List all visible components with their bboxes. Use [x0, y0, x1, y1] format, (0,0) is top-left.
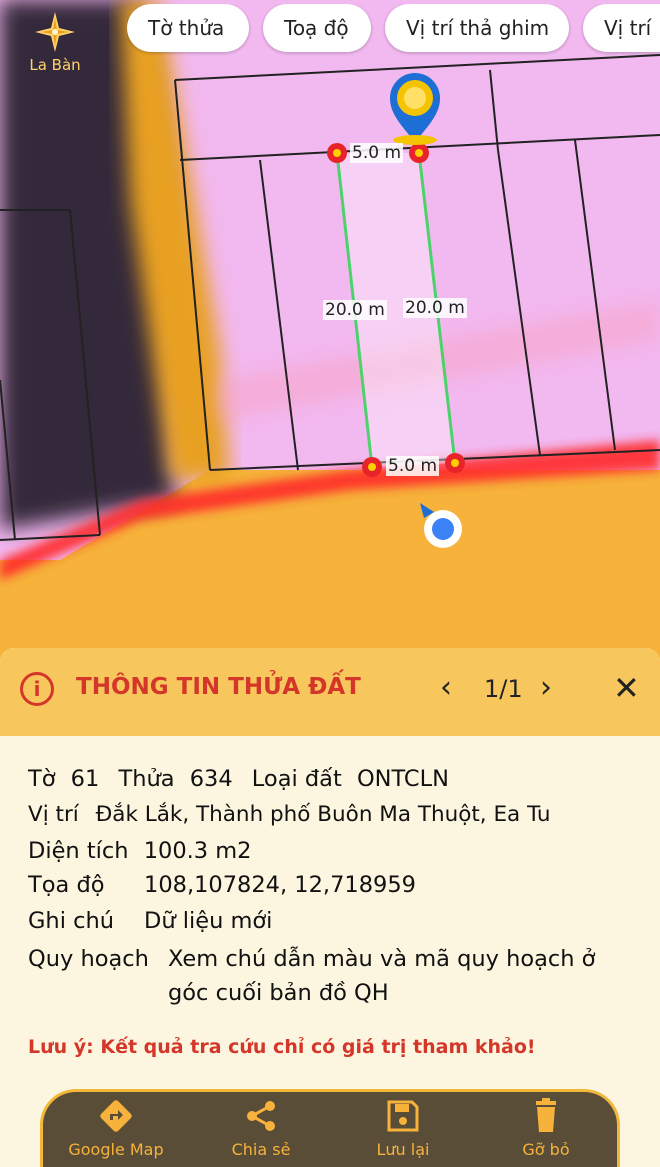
remove-label: Gỡ bỏ: [522, 1140, 570, 1159]
toa-do-label: Tọa độ: [28, 872, 105, 898]
trash-icon: [536, 1098, 556, 1132]
ghi-chu-label: Ghi chú: [28, 908, 114, 934]
vi-tri-value: Đắk Lắk, Thành phố Buôn Ma Thuột, Ea Tu: [95, 802, 551, 827]
thua-value: 634: [189, 766, 233, 792]
save-icon: [387, 1100, 419, 1132]
thua-label: Thửa: [118, 766, 175, 792]
to-value: 61: [70, 766, 100, 792]
sheet-title: THÔNG TIN THỬA ĐẤT: [76, 674, 361, 700]
compass-icon: [35, 12, 75, 52]
next-button[interactable]: ›: [540, 670, 552, 706]
share-button[interactable]: Chia sẻ: [196, 1098, 326, 1159]
map-canvas[interactable]: [0, 0, 660, 660]
share-label: Chia sẻ: [231, 1140, 291, 1159]
compass-label: La Bàn: [29, 56, 81, 74]
pager-text: 1/1: [484, 675, 523, 703]
vi-tri-label: Vị trí: [28, 802, 79, 827]
row-dien-tich: Diện tích 100.3 m2: [28, 838, 252, 864]
row-ghi-chu: Ghi chú Dữ liệu mới: [28, 908, 272, 934]
quy-hoach-value-1: Xem chú dẫn màu và mã quy hoạch ở: [168, 946, 596, 972]
row-toa-do: Tọa độ 108,107824, 12,718959: [28, 872, 416, 898]
action-toolbar: Google Map Chia sẻ Lưu lại Gỡ bỏ: [40, 1089, 620, 1167]
measure-right: 20.0 m: [403, 298, 467, 318]
quy-hoach-label: Quy hoạch: [28, 946, 149, 972]
directions-icon: [100, 1100, 132, 1132]
dien-tich-label: Diện tích: [28, 838, 129, 864]
sheet-header: i THÔNG TIN THỬA ĐẤT ‹ 1/1 › ✕: [0, 648, 660, 736]
save-button[interactable]: Lưu lại: [338, 1098, 468, 1159]
measure-top: 5.0 m: [350, 143, 403, 163]
loai-dat-value: ONTCLN: [356, 766, 449, 792]
google-map-button[interactable]: Google Map: [51, 1098, 181, 1159]
quy-hoach-value-2: góc cuối bản đồ QH: [168, 980, 389, 1006]
tab-vi-tri[interactable]: Vị trí: [583, 4, 660, 52]
compass-button[interactable]: La Bàn: [20, 10, 90, 74]
share-icon: [247, 1101, 275, 1131]
tab-vi-tri-tha-ghim[interactable]: Vị trí thả ghim: [385, 4, 569, 52]
close-button[interactable]: ✕: [613, 670, 640, 706]
tab-toa-do[interactable]: Toạ độ: [263, 4, 371, 52]
measure-left: 20.0 m: [323, 300, 387, 320]
info-icon: i: [20, 672, 54, 706]
tab-bar: Tờ thửa Toạ độ Vị trí thả ghim Vị trí: [127, 4, 660, 56]
row-vi-tri: Vị trí Đắk Lắk, Thành phố Buôn Ma Thuột,…: [28, 802, 551, 827]
measure-bottom: 5.0 m: [386, 456, 439, 476]
prev-button[interactable]: ‹: [440, 670, 452, 706]
remove-button[interactable]: Gỡ bỏ: [481, 1098, 611, 1159]
save-label: Lưu lại: [376, 1140, 430, 1159]
ghi-chu-value: Dữ liệu mới: [144, 908, 273, 934]
loai-dat-label: Loại đất: [251, 766, 342, 792]
disclaimer-note: Lưu ý: Kết quả tra cứu chỉ có giá trị th…: [28, 1036, 536, 1058]
to-label: Tờ: [28, 766, 56, 792]
tab-to-thua[interactable]: Tờ thửa: [127, 4, 249, 52]
map-view[interactable]: 5.0 m 20.0 m 20.0 m 5.0 m La Bàn Tờ thửa…: [0, 0, 660, 660]
row-quy-hoach: Quy hoạch Xem chú dẫn màu và mã quy hoạc…: [28, 946, 595, 972]
dien-tich-value: 100.3 m2: [143, 838, 252, 864]
row-to-thua: Tờ 61 Thửa 634 Loại đất ONTCLN: [28, 766, 449, 792]
google-map-label: Google Map: [68, 1140, 164, 1159]
toa-do-value: 108,107824, 12,718959: [144, 872, 416, 898]
